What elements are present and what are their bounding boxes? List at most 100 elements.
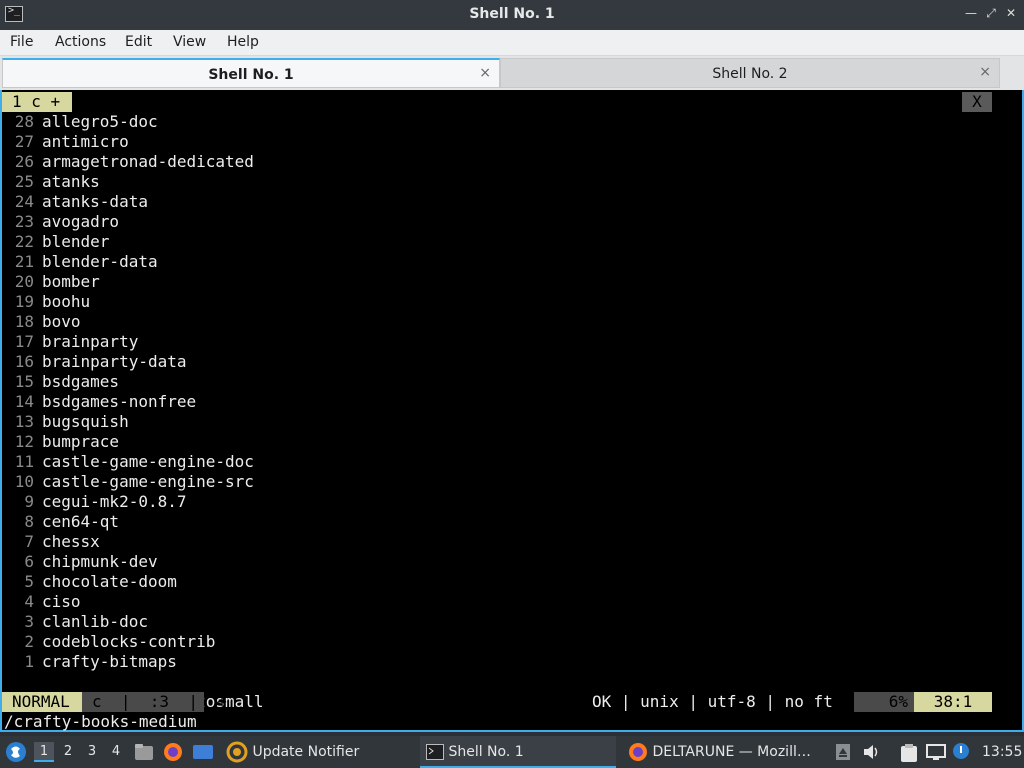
maximize-button[interactable]: ⤢ [984, 6, 998, 21]
line-text: blender [42, 232, 110, 251]
buffer-line: 10 castle-game-engine-src [2, 472, 254, 492]
line-text: brainparty-data [42, 352, 187, 371]
line-number: 16 [14, 352, 34, 371]
task-label: Shell No. 1 [448, 744, 524, 760]
line-text: bsdgames-nonfree [42, 392, 197, 411]
vim-file-info: OK | unix | utf-8 | no ft [592, 692, 833, 711]
vim-command-line[interactable]: /crafty-books-medium [4, 712, 197, 732]
menu-actions[interactable]: Actions [55, 34, 106, 50]
desktop-1[interactable]: 1 [34, 742, 54, 762]
tab-shell-2[interactable]: Shell No. 2 × [500, 58, 1000, 88]
desktop-3[interactable]: 3 [82, 742, 102, 762]
vim-mode: NORMAL [2, 692, 82, 712]
menu-help[interactable]: Help [227, 34, 259, 50]
line-number: 15 [14, 372, 34, 391]
line-text: codeblocks-contrib [42, 632, 216, 651]
current-line: 38crafty-books-medtosmall [2, 672, 264, 711]
buffer-line: 4 ciso [2, 592, 80, 612]
task-firefox[interactable]: DELTARUNE — Mozill… [624, 736, 820, 768]
line-number: 20 [14, 272, 34, 291]
buffer-line: 18 bovo [2, 312, 81, 332]
notification-icon[interactable] [952, 742, 970, 764]
buffer-line: 20 bomber [2, 272, 100, 292]
buffer-line: 17 brainparty [2, 332, 139, 352]
network-icon[interactable] [926, 744, 946, 764]
line-number: 21 [14, 252, 34, 271]
buffer-line: 25 atanks [2, 172, 100, 192]
line-number: 26 [14, 152, 34, 171]
line-number: 4 [24, 592, 34, 611]
buffer-line: 23 avogadro [2, 212, 119, 232]
tab-label: Shell No. 2 [712, 66, 788, 82]
line-text: crafty-bitmaps [42, 652, 177, 671]
line-number: 2 [24, 632, 34, 651]
line-text: bugsquish [42, 412, 129, 431]
line-text: chocolate-doom [42, 572, 177, 591]
buffer-line: 15 bsdgames [2, 372, 119, 392]
buffer-line: 1 crafty-bitmaps [2, 652, 177, 672]
task-update-notifier[interactable]: Update Notifier [222, 736, 412, 768]
line-text: castle-game-engine-doc [42, 452, 254, 471]
buffer-line: 21 blender-data [2, 252, 158, 272]
menu-view[interactable]: View [173, 34, 206, 50]
line-text: allegro5-doc [42, 112, 158, 131]
app-launcher-icon[interactable] [5, 741, 27, 767]
line-number: 28 [14, 112, 34, 131]
buffer-line: 13 bugsquish [2, 412, 129, 432]
minimize-button[interactable]: — [964, 6, 978, 20]
update-notifier-icon [226, 741, 248, 763]
task-shell-1[interactable]: Shell No. 1 [420, 736, 616, 768]
line-text: antimicro [42, 132, 129, 151]
window-titlebar[interactable]: >_ Shell No. 1 — ⤢ ✕ [0, 0, 1024, 30]
firefox-launcher-icon[interactable] [163, 742, 183, 766]
line-text: clanlib-doc [42, 612, 148, 631]
vim-tabline-close[interactable]: X [962, 92, 992, 112]
desktop-4[interactable]: 4 [106, 742, 126, 762]
vim-tabline-active[interactable]: 1 c + [2, 92, 72, 112]
menu-file[interactable]: File [10, 34, 33, 50]
line-number: 13 [14, 412, 34, 431]
tab-shell-1[interactable]: Shell No. 1 × [2, 58, 500, 88]
line-text: armagetronad-dedicated [42, 152, 254, 171]
buffer-line: 12 bumprace [2, 432, 119, 452]
close-tab-icon[interactable]: × [479, 65, 491, 81]
clipboard-icon[interactable] [900, 743, 918, 767]
buffer-line: 11 castle-game-engine-doc [2, 452, 254, 472]
line-text: cen64-qt [42, 512, 120, 531]
line-number: 18 [14, 312, 34, 331]
desktop-2[interactable]: 2 [58, 742, 78, 762]
line-number: 12 [14, 432, 34, 451]
line-number: 14 [14, 392, 34, 411]
eject-icon[interactable] [836, 744, 850, 764]
buffer-line: 19 boohu [2, 292, 90, 312]
close-tab-icon[interactable]: × [979, 64, 991, 80]
line-number: 3 [24, 612, 34, 631]
line-number: 7 [24, 532, 34, 551]
line-text: atanks [42, 172, 100, 191]
buffer-line: 14 bsdgames-nonfree [2, 392, 196, 412]
line-number: 19 [14, 292, 34, 311]
line-number: 23 [14, 212, 34, 231]
menu-edit[interactable]: Edit [125, 34, 152, 50]
show-desktop-icon[interactable] [192, 744, 214, 764]
line-number: 25 [14, 172, 34, 191]
window-title: Shell No. 1 [469, 6, 555, 22]
line-text: castle-game-engine-src [42, 472, 254, 491]
vim-buffer-segment: c | :3 | + [82, 692, 227, 712]
buffer-line: 22 blender [2, 232, 110, 252]
volume-icon[interactable] [862, 743, 882, 765]
close-window-button[interactable]: ✕ [1004, 6, 1018, 20]
vim-cursor-position: 38:1 [914, 692, 992, 712]
buffer-line: 2 codeblocks-contrib [2, 632, 215, 652]
line-text: bumprace [42, 432, 120, 451]
terminal-area[interactable]: 1 c + X 28 allegro5-doc 2 7 antimicro 26 armag… [0, 90, 1024, 732]
clock[interactable]: 13:55 [982, 744, 1022, 760]
firefox-icon [629, 743, 647, 761]
buffer-line: 6 chipmunk-dev [2, 552, 157, 572]
terminal-icon [426, 744, 444, 760]
file-manager-icon[interactable] [134, 743, 154, 765]
line-number: 11 [14, 452, 34, 471]
line-text: atanks-data [42, 192, 148, 211]
buffer-line: 7 chessx [2, 532, 99, 552]
line-text: cegui-mk2-0.8.7 [42, 492, 187, 511]
